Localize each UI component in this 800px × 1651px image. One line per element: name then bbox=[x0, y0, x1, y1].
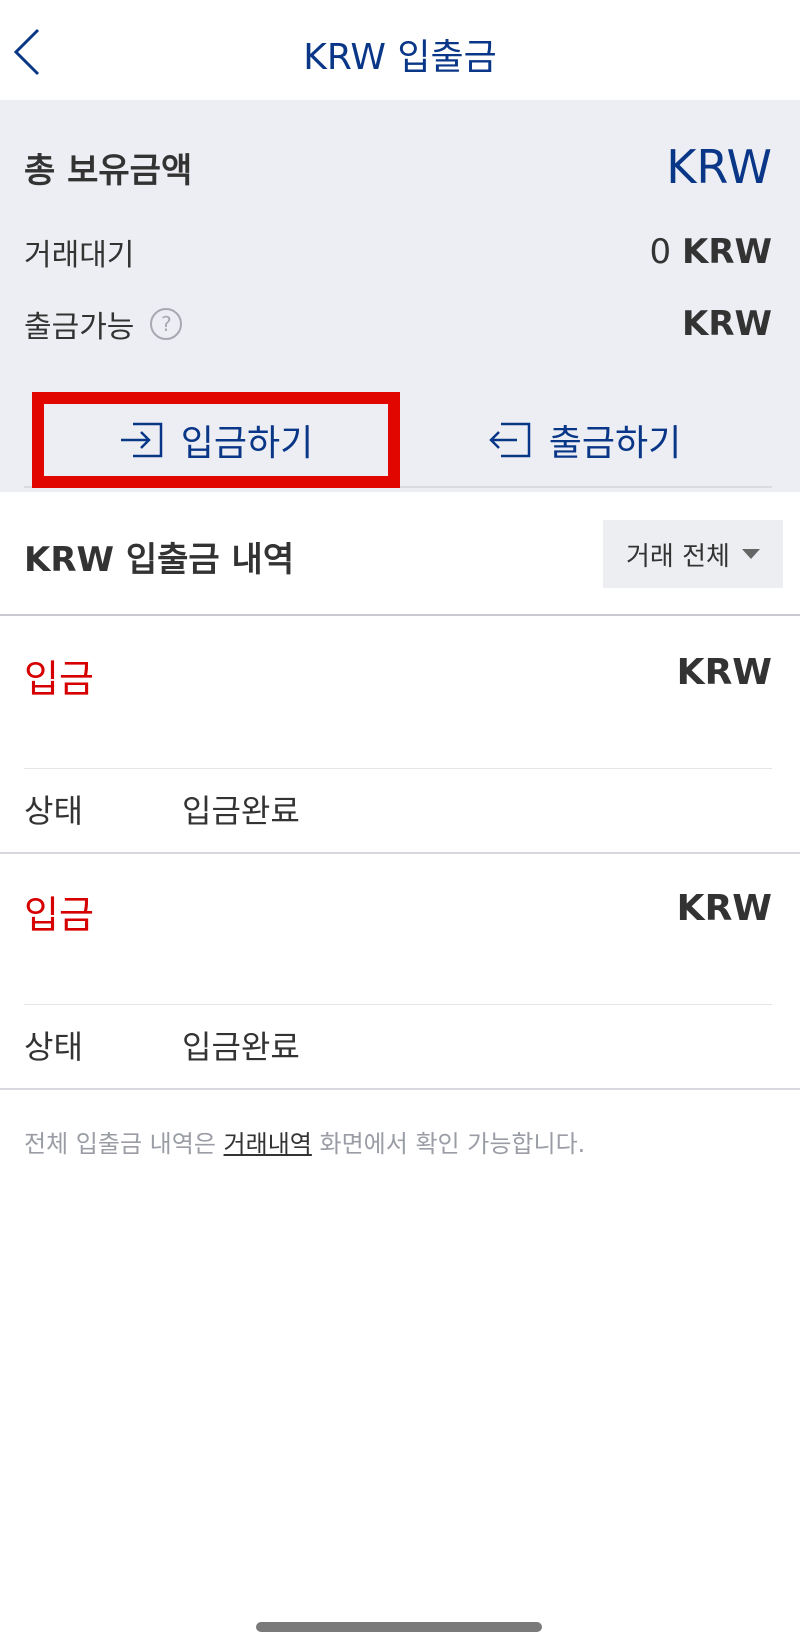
deposit-icon bbox=[120, 422, 162, 458]
pending-amount: 0 bbox=[649, 232, 672, 272]
withdrawable-label: 출금가능 bbox=[24, 310, 135, 345]
transaction-type: 입금 bbox=[24, 657, 94, 701]
history-item[interactable]: 입금 KRW 상태 입금완료 bbox=[0, 616, 800, 854]
history-header: KRW 입출금 내역 거래 전체 bbox=[0, 492, 800, 616]
pending-row: 거래대기 0 KRW bbox=[24, 230, 772, 274]
top-bar: KRW 입출금 bbox=[0, 0, 800, 100]
filter-label: 거래 전체 bbox=[626, 541, 730, 572]
pending-value: 0 KRW bbox=[650, 232, 772, 272]
history-title: KRW 입출금 내역 bbox=[24, 540, 295, 580]
footnote-suffix: 화면에서 확인 가능합니다. bbox=[319, 1130, 586, 1158]
footnote-prefix: 전체 입출금 내역은 bbox=[24, 1130, 216, 1158]
withdrawable-label-group: 출금가능 ? bbox=[24, 302, 183, 346]
transaction-type: 입금 bbox=[24, 893, 94, 937]
history-item[interactable]: 입금 KRW 상태 입금완료 bbox=[0, 852, 800, 1090]
total-balance-value: KRW bbox=[666, 140, 772, 194]
transaction-history-link[interactable]: 거래내역 bbox=[224, 1130, 312, 1158]
transaction-amount: KRW bbox=[676, 888, 772, 929]
withdraw-icon bbox=[488, 422, 530, 458]
withdraw-button[interactable]: 출금하기 bbox=[400, 392, 768, 488]
total-balance-row: 총 보유금액 KRW bbox=[24, 140, 772, 194]
caret-down-icon bbox=[741, 549, 760, 559]
home-indicator bbox=[256, 1622, 542, 1632]
history-footnote: 전체 입출금 내역은 거래내역 화면에서 확인 가능합니다. bbox=[24, 1124, 585, 1159]
item-divider bbox=[24, 1004, 772, 1005]
status-label: 상태 bbox=[24, 792, 83, 830]
status-value: 입금완료 bbox=[182, 792, 300, 830]
transaction-filter-dropdown[interactable]: 거래 전체 bbox=[603, 520, 783, 588]
transaction-amount: KRW bbox=[676, 652, 772, 693]
status-value: 입금완료 bbox=[182, 1028, 300, 1066]
pending-label: 거래대기 bbox=[24, 238, 135, 273]
deposit-label: 입금하기 bbox=[180, 423, 314, 464]
status-label: 상태 bbox=[24, 1028, 83, 1066]
item-divider bbox=[24, 768, 772, 769]
withdrawable-row: 출금가능 ? KRW bbox=[24, 302, 772, 346]
total-balance-label: 총 보유금액 bbox=[24, 150, 193, 191]
page-title: KRW 입출금 bbox=[303, 37, 497, 78]
deposit-button[interactable]: 입금하기 bbox=[32, 392, 400, 488]
withdrawable-value: KRW bbox=[682, 304, 772, 344]
withdraw-label: 출금하기 bbox=[548, 423, 682, 464]
withdrawable-unit: KRW bbox=[681, 304, 772, 344]
pending-unit: KRW bbox=[681, 232, 772, 272]
help-icon[interactable]: ? bbox=[150, 308, 183, 340]
